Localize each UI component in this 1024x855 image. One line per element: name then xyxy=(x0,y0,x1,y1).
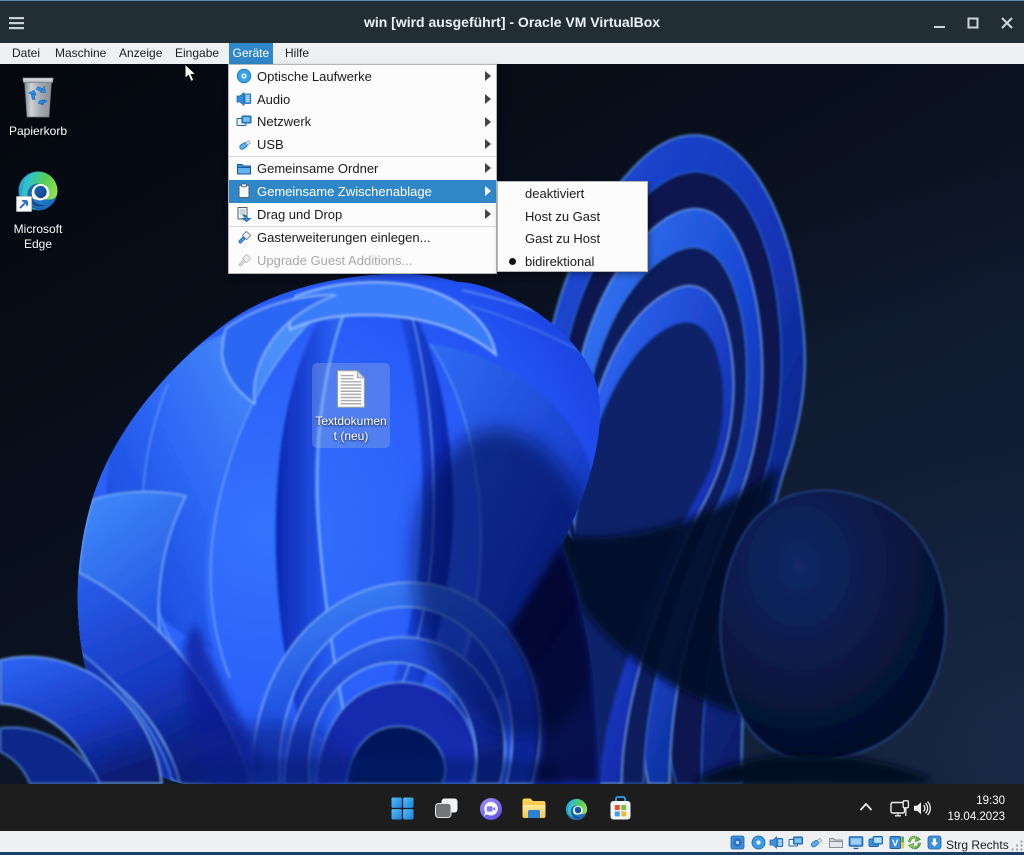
svg-text:V: V xyxy=(892,838,899,849)
